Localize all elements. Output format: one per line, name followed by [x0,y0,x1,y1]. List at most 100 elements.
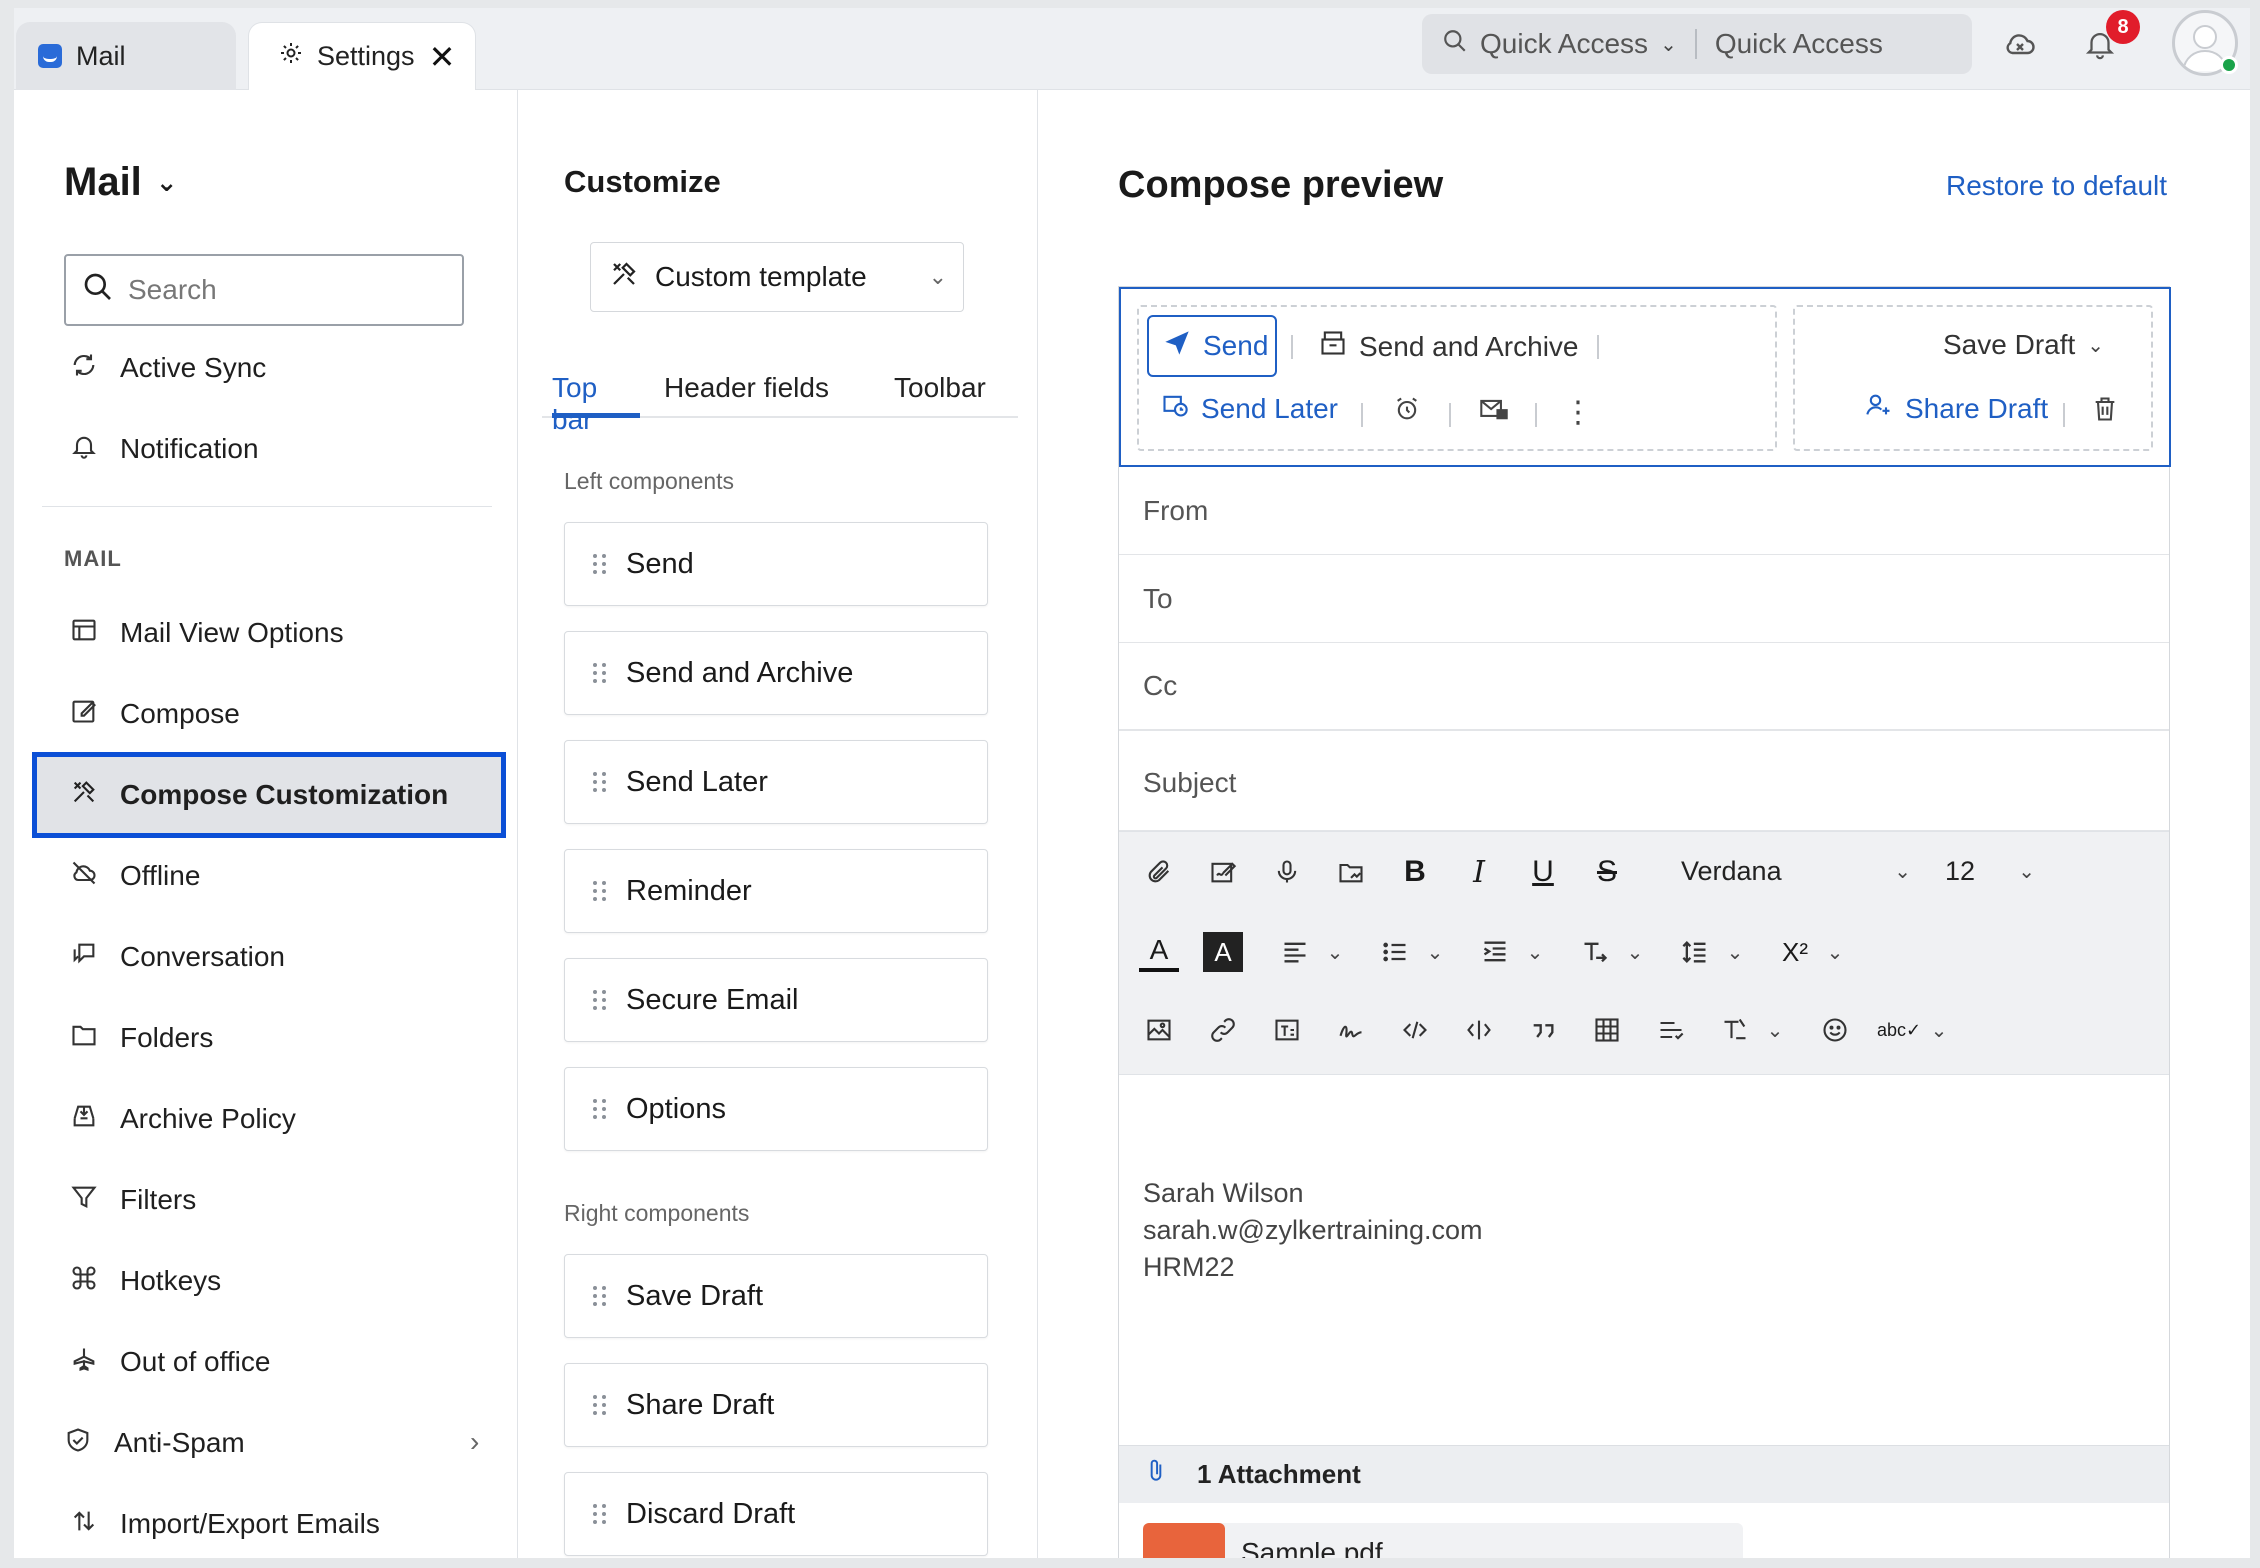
quick-access-search[interactable]: Quick Access ⌄ Quick Access [1422,14,1972,74]
chevron-down-icon[interactable]: ⌄ [1615,932,1655,972]
share-draft-button[interactable]: Share Draft [1865,391,2048,426]
check-list-icon[interactable] [1651,1010,1691,1050]
superscript-icon[interactable]: X² [1775,932,1815,972]
tab-header-fields[interactable]: Header fields [664,372,829,418]
drag-handle-icon[interactable] [593,1395,606,1415]
tab-settings[interactable]: Settings ✕ [248,22,476,90]
text-direction-icon[interactable] [1575,932,1615,972]
line-height-icon[interactable] [1675,932,1715,972]
sidebar-item-filters[interactable]: Filters [70,1171,196,1229]
sidebar-item-compose[interactable]: Compose [70,685,240,743]
chevron-down-icon[interactable]: ⌄ [1415,932,1455,972]
component-item[interactable]: Secure Email [564,958,988,1042]
drag-handle-icon[interactable] [593,1286,606,1306]
tab-top-bar[interactable]: Top bar [552,372,640,435]
cloud-sync-icon[interactable] [1996,20,2044,68]
sidebar-item-out-of-office[interactable]: Out of office [70,1333,270,1391]
sidebar-item-active-sync[interactable]: Active Sync [70,339,266,397]
drag-handle-icon[interactable] [593,663,606,683]
chevron-down-icon[interactable]: ⌄ [1715,932,1755,972]
highlight-color-icon[interactable]: A [1203,932,1243,972]
sidebar-item-mail-view-options[interactable]: Mail View Options [70,604,344,662]
drag-handle-icon[interactable] [593,554,606,574]
image-folder-icon[interactable] [1331,852,1371,892]
send-archive-button[interactable]: Send and Archive [1319,329,1579,364]
template-select[interactable]: Custom template ⌄ [590,242,964,312]
sidebar-item-hotkeys[interactable]: Hotkeys [70,1252,221,1310]
table-icon[interactable] [1587,1010,1627,1050]
component-label: Send [626,547,694,580]
drag-handle-icon[interactable] [593,1504,606,1524]
component-item[interactable]: Send [564,522,988,606]
text-color-icon[interactable]: A [1139,932,1179,972]
sidebar-item-folders[interactable]: Folders [70,1009,213,1067]
paperclip-icon[interactable] [1139,852,1179,892]
close-icon[interactable]: ✕ [429,38,456,76]
reminder-button[interactable] [1393,395,1421,430]
component-item[interactable]: Discard Draft [564,1472,988,1556]
italic-icon[interactable]: I [1459,852,1499,892]
drag-handle-icon[interactable] [593,772,606,792]
font-family-select[interactable]: Verdana ⌄ [1681,856,1911,887]
underline-icon[interactable]: U [1523,852,1563,892]
code-snippet-icon[interactable] [1459,1010,1499,1050]
signature-icon[interactable] [1331,1010,1371,1050]
image-icon[interactable] [1139,1010,1179,1050]
component-item[interactable]: Send Later [564,740,988,824]
drag-handle-icon[interactable] [593,990,606,1010]
emoji-icon[interactable] [1815,1010,1855,1050]
component-item[interactable]: Reminder [564,849,988,933]
font-size-select[interactable]: 12 ⌄ [1945,856,2035,887]
indent-icon[interactable] [1475,932,1515,972]
clear-format-icon[interactable] [1715,1010,1755,1050]
text-box-icon[interactable] [1267,1010,1307,1050]
code-icon[interactable] [1395,1010,1435,1050]
bullet-list-icon[interactable] [1375,932,1415,972]
chevron-down-icon[interactable]: ⌄ [1919,1010,1959,1050]
tab-mail-label: Mail [76,40,126,71]
component-item[interactable]: Options [564,1067,988,1151]
discard-draft-button[interactable] [2091,395,2119,430]
quick-access-input[interactable]: Quick Access [1715,28,1883,60]
sidebar-item-conversation[interactable]: Conversation [70,928,285,986]
sidebar-item-import-export[interactable]: Import/Export Emails [70,1495,380,1553]
chevron-down-icon[interactable]: ⌄ [1315,932,1355,972]
settings-search-input[interactable]: Search [64,254,464,326]
component-item[interactable]: Share Draft [564,1363,988,1447]
chevron-down-icon[interactable]: ⌄ [1755,1010,1795,1050]
chevron-down-icon[interactable]: ⌄ [1815,932,1855,972]
attachment-file[interactable]: Sample.pdf [1143,1523,1743,1558]
drag-handle-icon[interactable] [593,1099,606,1119]
tab-toolbar[interactable]: Toolbar [894,372,986,418]
sidebar-item-archive-policy[interactable]: Archive Policy [70,1090,296,1148]
sidebar-item-offline[interactable]: Offline [70,847,200,905]
subject-field[interactable]: Subject [1119,735,2169,831]
component-item[interactable]: Save Draft [564,1254,988,1338]
send-button[interactable]: Send [1147,315,1277,377]
strikethrough-icon[interactable]: S [1587,852,1627,892]
tab-mail[interactable]: Mail [16,22,236,90]
microphone-icon[interactable] [1267,852,1307,892]
quote-icon[interactable] [1523,1010,1563,1050]
link-icon[interactable] [1203,1010,1243,1050]
from-field[interactable]: From [1119,467,2169,555]
save-draft-button[interactable]: Save Draft ⌄ [1943,329,2104,361]
restore-default-link[interactable]: Restore to default [1946,170,2167,202]
send-later-button[interactable]: Send Later [1161,391,1338,426]
chevron-down-icon[interactable]: ⌄ [1515,932,1555,972]
align-left-icon[interactable] [1275,932,1315,972]
secure-email-button[interactable] [1479,395,1509,430]
options-button[interactable]: ⋮ [1563,395,1593,430]
sidebar-item-compose-customization[interactable]: Compose Customization [70,766,448,824]
bold-icon[interactable]: B [1395,852,1435,892]
drag-handle-icon[interactable] [593,881,606,901]
app-switcher[interactable]: Mail ⌄ [64,160,178,205]
component-item[interactable]: Send and Archive [564,631,988,715]
quick-access-dropdown[interactable]: Quick Access [1480,28,1648,60]
signature-edit-icon[interactable] [1203,852,1243,892]
to-field[interactable]: To [1119,555,2169,643]
sidebar-item-notification[interactable]: Notification [70,420,259,478]
sidebar-item-anti-spam[interactable]: Anti-Spam [64,1414,245,1472]
spellcheck-icon[interactable]: abc✓ [1877,1010,1921,1050]
cc-field[interactable]: Cc [1119,643,2169,731]
